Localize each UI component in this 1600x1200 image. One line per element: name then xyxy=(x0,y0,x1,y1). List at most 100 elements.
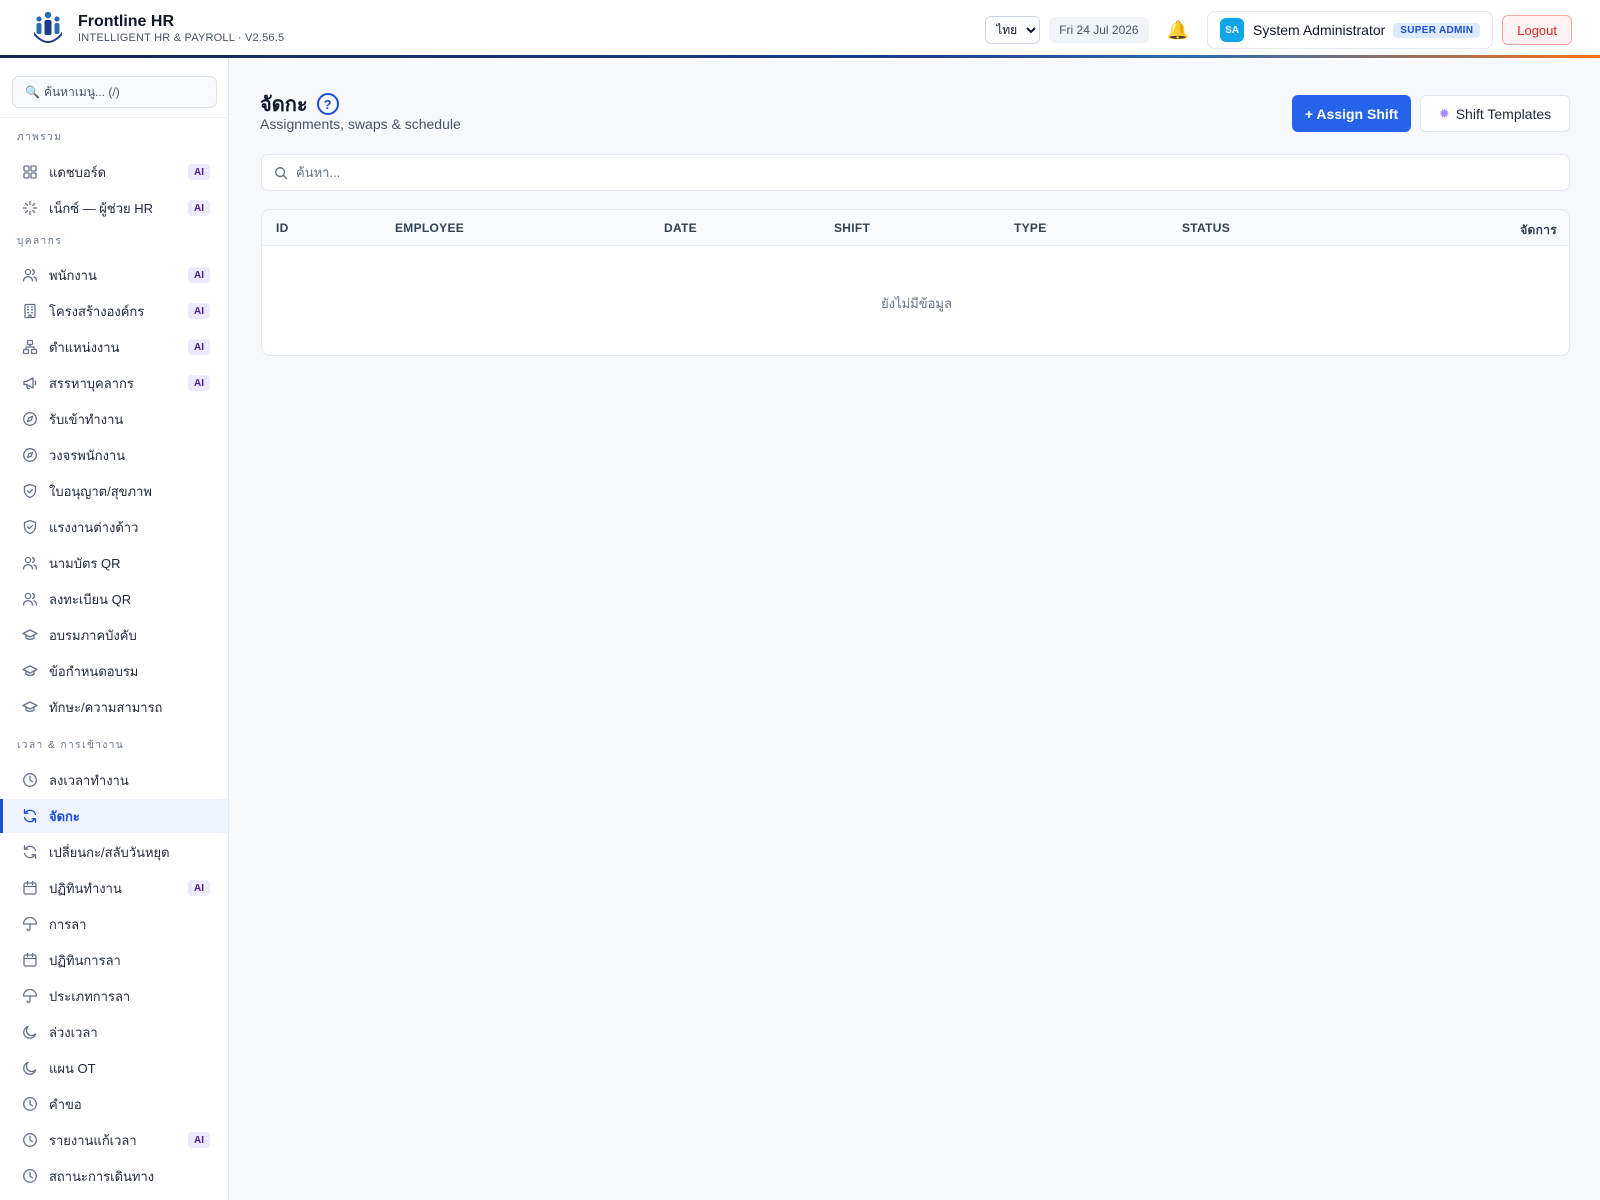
sidebar-item-label: วงจรพนักงาน xyxy=(49,447,126,463)
sidebar-item[interactable]: การลา xyxy=(0,907,228,941)
sidebar-item[interactable]: ตำแหน่งงาน AI xyxy=(0,330,228,364)
menu-search-input[interactable]: 🔍 ค้นหาเมนู... (/) xyxy=(12,76,217,108)
sidebar-item[interactable]: ล่วงเวลา xyxy=(0,1015,228,1049)
col-type[interactable]: TYPE xyxy=(1014,221,1047,235)
logout-button[interactable]: Logout xyxy=(1502,15,1572,45)
ai-badge: AI xyxy=(188,375,210,391)
sidebar-item-label: เปลี่ยนกะ/สลับวันหยุด xyxy=(49,844,170,860)
empty-state: ยังไม่มีข้อมูล xyxy=(881,296,952,311)
graduation-cap-icon xyxy=(22,629,38,641)
sidebar-item-label: นามบัตร QR xyxy=(49,555,121,571)
sidebar-item-label: แดชบอร์ด xyxy=(49,164,107,180)
sidebar-item-label: สถานะการเดินทาง xyxy=(49,1168,155,1184)
sidebar-item[interactable]: พนักงาน AI xyxy=(0,258,228,292)
clock-icon xyxy=(23,1097,37,1111)
ai-badge: AI xyxy=(188,1132,210,1148)
sidebar-item[interactable]: ทักษะ/ความสามารถ xyxy=(0,690,228,724)
sidebar-group-label: ภาพรวม xyxy=(17,132,63,143)
sidebar-item-label: เน็กซ์ — ผู้ช่วย HR xyxy=(49,200,153,216)
sidebar-item-label: แผน OT xyxy=(49,1060,96,1076)
sidebar-item-label: ข้อกำหนดอบรม xyxy=(49,663,139,679)
graduation-cap-icon xyxy=(22,665,38,677)
sidebar-item-label: ล่วงเวลา xyxy=(49,1024,98,1040)
language-select[interactable]: ไทย xyxy=(985,16,1041,44)
header-accent-line xyxy=(0,55,1600,58)
sidebar-item-label: ประเภทการลา xyxy=(49,988,131,1004)
clock-icon xyxy=(23,773,37,787)
sidebar-item[interactable]: ปฏิทินทำงาน AI xyxy=(0,871,228,905)
sidebar-item[interactable]: แดชบอร์ด AI xyxy=(0,155,228,189)
graduation-cap-icon xyxy=(22,701,38,713)
calendar-icon xyxy=(23,952,37,967)
sidebar-item[interactable]: ใบอนุญาต/สุขภาพ xyxy=(0,474,228,508)
shield-check-icon xyxy=(23,519,37,535)
sidebar-item[interactable]: ปฏิทินการลา xyxy=(0,943,228,977)
bell-icon[interactable]: 🔔 xyxy=(1167,20,1189,41)
sidebar-item-label: ทักษะ/ความสามารถ xyxy=(49,699,163,715)
sidebar-item[interactable]: แรงงานต่างด้าว xyxy=(0,510,228,544)
sparkle-icon xyxy=(22,200,38,216)
avatar: SA xyxy=(1220,18,1245,42)
search-icon: 🔍 xyxy=(25,85,40,99)
sidebar-item[interactable]: วงจรพนักงาน xyxy=(0,438,228,472)
grid-icon xyxy=(23,165,37,179)
help-icon[interactable]: ? xyxy=(316,93,339,115)
ai-badge: AI xyxy=(188,267,210,283)
sidebar-item[interactable]: ข้อกำหนดอบรม xyxy=(0,654,228,688)
sidebar-item-label: รับเข้าทำงาน xyxy=(49,411,124,427)
org-chart-icon xyxy=(22,339,38,355)
sidebar-item[interactable]: เน็กซ์ — ผู้ช่วย HR AI xyxy=(0,191,228,225)
sidebar-item[interactable]: ประเภทการลา xyxy=(0,979,228,1013)
sidebar-item-label: ลงทะเบียน QR xyxy=(49,591,132,607)
users-icon xyxy=(22,592,38,606)
search-input[interactable] xyxy=(296,165,1496,180)
sidebar-group-label: บุคลากร xyxy=(17,236,63,247)
compass-icon xyxy=(23,412,37,426)
col-status[interactable]: STATUS xyxy=(1182,221,1230,235)
col-date[interactable]: DATE xyxy=(664,221,697,235)
ai-badge: AI xyxy=(188,880,210,896)
sidebar-item[interactable]: จัดกะ xyxy=(0,799,228,833)
sidebar-divider xyxy=(0,117,228,118)
sidebar-item[interactable]: แผน OT xyxy=(0,1051,228,1085)
sidebar: 🔍 ค้นหาเมนู... (/) ภาพรวม บุคลากร เวลา & ก… xyxy=(0,58,229,1200)
sidebar-item-label: การลา xyxy=(49,916,87,932)
sidebar-item[interactable]: ลงเวลาทำงาน xyxy=(0,763,228,797)
sidebar-item[interactable]: คำขอ xyxy=(0,1087,228,1121)
ai-badge: AI xyxy=(188,339,210,355)
table-header: ID EMPLOYEE DATE SHIFT TYPE STATUS จัดกา… xyxy=(262,210,1569,246)
col-shift[interactable]: SHIFT xyxy=(834,221,870,235)
shift-templates-button[interactable]: ✹ Shift Templates xyxy=(1420,95,1570,132)
col-actions: จัดการ xyxy=(1520,223,1557,237)
sidebar-item-label: ใบอนุญาต/สุขภาพ xyxy=(49,483,152,499)
shift-templates-label: Shift Templates xyxy=(1455,105,1552,122)
shield-check-icon xyxy=(23,483,37,499)
col-id[interactable]: ID xyxy=(276,221,289,235)
refresh-icon xyxy=(23,845,37,859)
sidebar-item-label: พนักงาน xyxy=(49,267,97,283)
sidebar-item-label: รายงานแก้เวลา xyxy=(49,1132,137,1148)
sidebar-item[interactable]: สถานะการเดินทาง xyxy=(0,1159,228,1193)
page-subtitle: Assignments, swaps & schedule xyxy=(260,116,461,132)
building-icon xyxy=(24,303,36,319)
sidebar-item[interactable]: ลงทะเบียน QR xyxy=(0,582,228,616)
sidebar-item-label: คำขอ xyxy=(49,1096,82,1112)
current-date: Fri 24 Jul 2026 xyxy=(1049,17,1149,43)
menu-search-placeholder: ค้นหาเมนู... (/) xyxy=(43,84,120,99)
ai-badge: AI xyxy=(188,164,210,180)
col-employee[interactable]: EMPLOYEE xyxy=(395,221,464,235)
app-subtitle: INTELLIGENT HR & PAYROLL · V2.56.5 xyxy=(78,31,285,44)
assign-shift-button[interactable]: + Assign Shift xyxy=(1292,95,1411,132)
users-icon xyxy=(22,556,38,570)
brand[interactable]: Frontline HR INTELLIGENT HR & PAYROLL · … xyxy=(32,10,284,46)
sidebar-item[interactable]: สรรหาบุคลากร AI xyxy=(0,366,228,400)
sidebar-item[interactable]: อบรมภาคบังคับ xyxy=(0,618,228,652)
sidebar-item-label: สรรหาบุคลากร xyxy=(49,375,134,391)
sidebar-item[interactable]: รับเข้าทำงาน xyxy=(0,402,228,436)
sidebar-item[interactable]: รายงานแก้เวลา AI xyxy=(0,1123,228,1157)
user-menu[interactable]: SA System Administrator SUPER ADMIN xyxy=(1207,11,1494,49)
sidebar-item[interactable]: นามบัตร QR xyxy=(0,546,228,580)
role-badge: SUPER ADMIN xyxy=(1393,22,1481,38)
sidebar-item[interactable]: โครงสร้างองค์กร AI xyxy=(0,294,228,328)
sidebar-item[interactable]: เปลี่ยนกะ/สลับวันหยุด xyxy=(0,835,228,869)
